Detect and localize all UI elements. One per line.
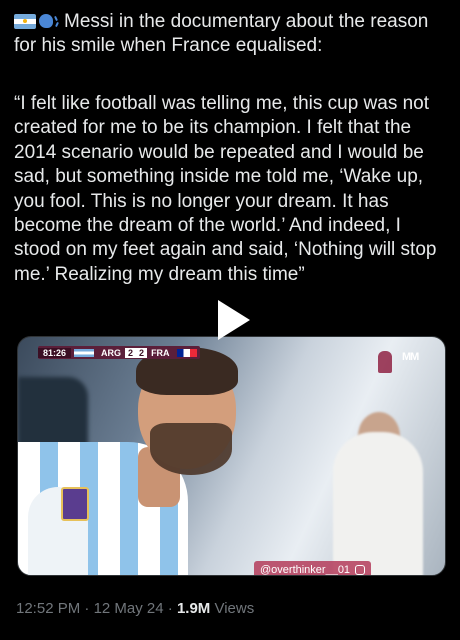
world-cup-badge [61, 487, 89, 521]
score-home: 2 [125, 347, 137, 358]
scoreboard: 81:26 ARG 2 2 FRA [38, 346, 200, 359]
views-label: Views [214, 600, 255, 617]
watermark-handle: @overthinker__01 [260, 564, 351, 576]
tweet-quote: “I felt like football was telling me, th… [14, 93, 437, 285]
world-cup-logo-icon [378, 351, 392, 373]
instagram-watermark: @overthinker__01 [254, 561, 372, 576]
argentina-flag-icon [14, 14, 36, 29]
background-person [333, 432, 423, 575]
video-player[interactable]: 81:26 ARG 2 2 FRA MM @overthinker__01 [17, 336, 446, 576]
match-time: 81:26 [38, 347, 72, 358]
score-away: 2 [136, 347, 148, 358]
arg-flag-icon [74, 348, 95, 357]
tweet-meta: 12:52 PM · 12 May 24 · 1.9M Views [16, 600, 254, 617]
meta-separator: · [84, 600, 90, 617]
team-home: ARG [101, 347, 122, 358]
meta-separator: · [167, 600, 173, 617]
views-count[interactable]: 1.9M [177, 600, 210, 617]
tweet-body: Messi in the documentary about the reaso… [14, 10, 446, 287]
instagram-icon [355, 565, 366, 575]
player-beard [150, 423, 232, 475]
play-icon[interactable] [214, 300, 250, 340]
post-time: 12:52 PM [16, 600, 81, 617]
team-away: FRA [151, 347, 170, 358]
fra-flag-icon [176, 348, 197, 357]
headline-text: Messi in the documentary about the reaso… [14, 11, 429, 56]
post-date: 12 May 24 [93, 600, 164, 617]
tweet-headline: Messi in the documentary about the reaso… [14, 10, 446, 58]
broadcaster-logo: MM [402, 351, 419, 363]
speaking-head-icon [38, 12, 60, 30]
